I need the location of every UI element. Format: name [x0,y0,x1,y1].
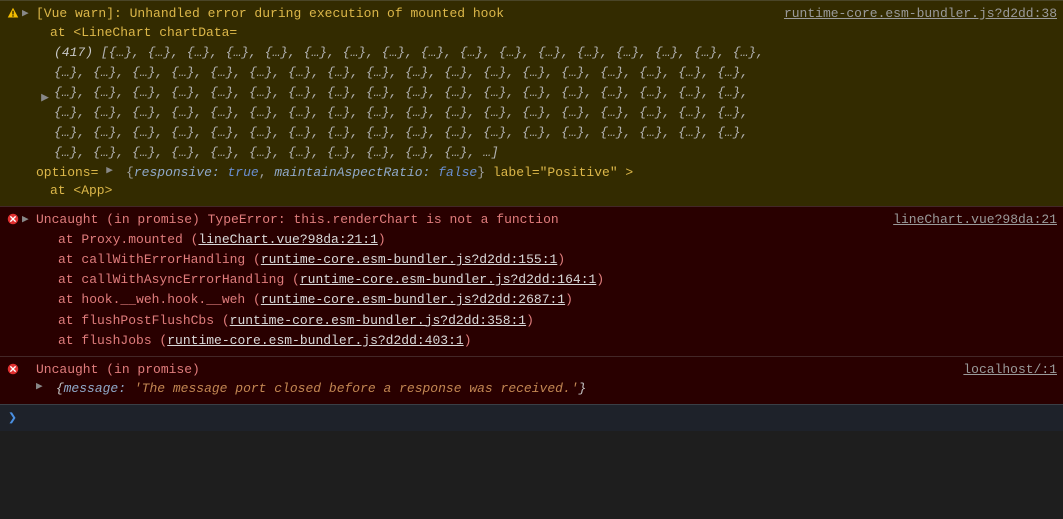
error-object[interactable]: {message: 'The message port closed befor… [56,381,587,396]
error-message: Uncaught (in promise) TypeError: this.re… [36,212,559,227]
stack-frame: at hook.__weh.hook.__weh (runtime-core.e… [36,290,873,310]
stack-frame: at callWithErrorHandling (runtime-core.e… [36,250,873,270]
error-icon [4,211,22,225]
stack-location-link[interactable]: lineChart.vue?98da:21:1 [198,232,377,247]
stack-frame: at flushJobs (runtime-core.esm-bundler.j… [36,331,873,351]
label-prop: label="Positive" > [493,165,633,180]
options-label: options= [36,165,98,180]
stack-location-link[interactable]: runtime-core.esm-bundler.js?d2dd:164:1 [300,272,596,287]
object-expand-icon[interactable]: ▶ [36,380,48,396]
stack-location-link[interactable]: runtime-core.esm-bundler.js?d2dd:403:1 [167,333,463,348]
warning-icon [4,5,22,19]
array-expand-icon[interactable]: ▶ [36,43,54,108]
component-trace-app: at <App> [36,182,764,201]
stack-frame: at Proxy.mounted (lineChart.vue?98da:21:… [36,230,873,250]
array-count: (417) [54,45,93,60]
message-body: [Vue warn]: Unhandled error during execu… [36,5,774,201]
source-link[interactable]: runtime-core.esm-bundler.js?d2dd:38 [774,5,1057,21]
console-entry-error: Uncaught (in promise) ▶ {message: 'The m… [0,356,1063,404]
stack-location-link[interactable]: runtime-core.esm-bundler.js?d2dd:2687:1 [261,292,565,307]
expand-toggle-icon[interactable]: ▶ [22,211,36,226]
expand-spacer [22,361,36,362]
component-trace: at <LineChart chartData= [50,25,237,40]
stack-frame: at flushPostFlushCbs (runtime-core.esm-b… [36,311,873,331]
options-object[interactable]: {responsive: true, maintainAspectRatio: … [126,165,485,180]
error-icon [4,361,22,375]
source-link[interactable]: lineChart.vue?98da:21 [883,211,1057,227]
stack-location-link[interactable]: runtime-core.esm-bundler.js?d2dd:358:1 [230,313,526,328]
stack-location-link[interactable]: runtime-core.esm-bundler.js?d2dd:155:1 [261,252,557,267]
stack-frame: at callWithAsyncErrorHandling (runtime-c… [36,270,873,290]
object-expand-icon[interactable]: ▶ [106,164,118,180]
error-message: Uncaught (in promise) [36,362,200,377]
expand-toggle-icon[interactable]: ▶ [22,5,36,20]
console-prompt[interactable]: ❯ [0,404,1063,431]
console-entry-warning: ▶ [Vue warn]: Unhandled error during exe… [0,0,1063,206]
source-link[interactable]: localhost/:1 [953,361,1057,377]
array-items: [{…}, {…}, {…}, {…}, {…}, {…}, {…}, {…},… [54,45,764,161]
message-body: Uncaught (in promise) ▶ {message: 'The m… [36,361,953,399]
array-preview[interactable]: (417) [{…}, {…}, {…}, {…}, {…}, {…}, {…}… [54,43,764,164]
message-body: Uncaught (in promise) TypeError: this.re… [36,211,883,351]
console-entry-error: ▶ Uncaught (in promise) TypeError: this.… [0,206,1063,356]
warning-message: [Vue warn]: Unhandled error during execu… [36,6,504,21]
